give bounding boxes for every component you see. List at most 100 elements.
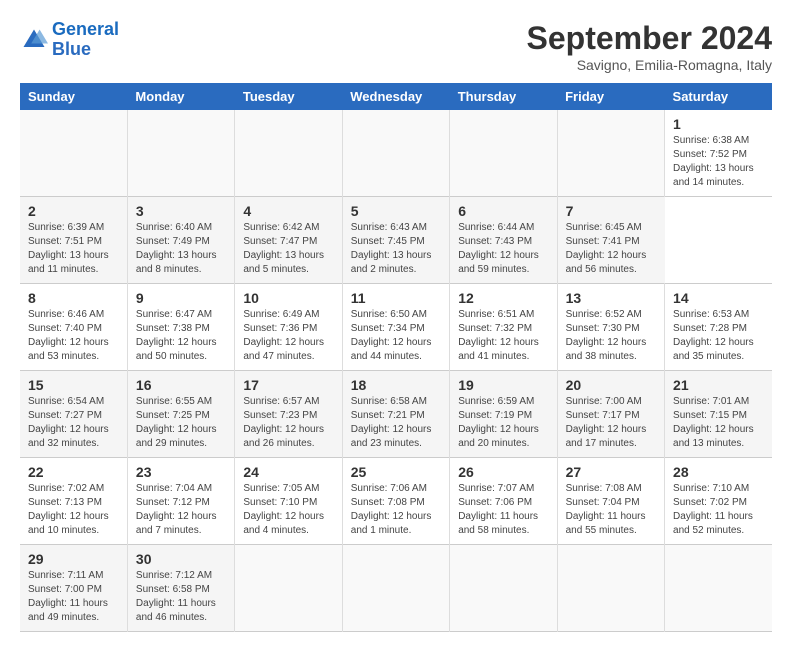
day-number: 18: [351, 377, 441, 393]
calendar-cell: 19 Sunrise: 6:59 AM Sunset: 7:19 PM Dayl…: [450, 371, 557, 458]
calendar-cell: 3 Sunrise: 6:40 AM Sunset: 7:49 PM Dayli…: [127, 197, 234, 284]
day-detail: Sunrise: 6:52 AM Sunset: 7:30 PM Dayligh…: [566, 308, 656, 364]
calendar-cell: [450, 545, 557, 632]
calendar-cell: 1 Sunrise: 6:38 AM Sunset: 7:52 PM Dayli…: [665, 110, 772, 197]
page-header: General Blue September 2024 Savigno, Emi…: [20, 20, 772, 73]
day-number: 21: [673, 377, 764, 393]
calendar-cell: 18 Sunrise: 6:58 AM Sunset: 7:21 PM Dayl…: [342, 371, 449, 458]
day-detail: Sunrise: 7:02 AM Sunset: 7:13 PM Dayligh…: [28, 482, 119, 538]
calendar-cell: 30 Sunrise: 7:12 AM Sunset: 6:58 PM Dayl…: [127, 545, 234, 632]
calendar-cell: [20, 110, 127, 197]
day-number: 28: [673, 464, 764, 480]
day-detail: Sunrise: 6:49 AM Sunset: 7:36 PM Dayligh…: [243, 308, 333, 364]
calendar-cell: 25 Sunrise: 7:06 AM Sunset: 7:08 PM Dayl…: [342, 458, 449, 545]
month-title: September 2024: [527, 20, 772, 57]
day-detail: Sunrise: 6:45 AM Sunset: 7:41 PM Dayligh…: [566, 221, 657, 277]
calendar-table: SundayMondayTuesdayWednesdayThursdayFrid…: [20, 83, 772, 632]
calendar-cell: 29 Sunrise: 7:11 AM Sunset: 7:00 PM Dayl…: [20, 545, 127, 632]
logo-line2: Blue: [52, 39, 91, 59]
day-number: 13: [566, 290, 656, 306]
calendar-body: 1 Sunrise: 6:38 AM Sunset: 7:52 PM Dayli…: [20, 110, 772, 632]
day-detail: Sunrise: 6:47 AM Sunset: 7:38 PM Dayligh…: [136, 308, 226, 364]
day-number: 7: [566, 203, 657, 219]
day-detail: Sunrise: 6:55 AM Sunset: 7:25 PM Dayligh…: [136, 395, 226, 451]
header-wednesday: Wednesday: [342, 83, 449, 110]
day-number: 27: [566, 464, 656, 480]
calendar-week-1: 2 Sunrise: 6:39 AM Sunset: 7:51 PM Dayli…: [20, 197, 772, 284]
day-detail: Sunrise: 6:46 AM Sunset: 7:40 PM Dayligh…: [28, 308, 119, 364]
day-detail: Sunrise: 6:39 AM Sunset: 7:51 PM Dayligh…: [28, 221, 119, 277]
day-detail: Sunrise: 6:59 AM Sunset: 7:19 PM Dayligh…: [458, 395, 548, 451]
day-number: 17: [243, 377, 333, 393]
day-number: 9: [136, 290, 226, 306]
day-number: 11: [351, 290, 441, 306]
day-detail: Sunrise: 6:44 AM Sunset: 7:43 PM Dayligh…: [458, 221, 548, 277]
day-detail: Sunrise: 6:38 AM Sunset: 7:52 PM Dayligh…: [673, 134, 764, 190]
day-number: 23: [136, 464, 226, 480]
calendar-cell: 7 Sunrise: 6:45 AM Sunset: 7:41 PM Dayli…: [557, 197, 664, 284]
day-number: 15: [28, 377, 119, 393]
logo: General Blue: [20, 20, 119, 60]
calendar-cell: 13 Sunrise: 6:52 AM Sunset: 7:30 PM Dayl…: [557, 284, 664, 371]
header-saturday: Saturday: [665, 83, 772, 110]
header-sunday: Sunday: [20, 83, 127, 110]
calendar-cell: 16 Sunrise: 6:55 AM Sunset: 7:25 PM Dayl…: [127, 371, 234, 458]
calendar-cell: [342, 110, 449, 197]
day-detail: Sunrise: 7:10 AM Sunset: 7:02 PM Dayligh…: [673, 482, 764, 538]
day-number: 30: [136, 551, 226, 567]
day-detail: Sunrise: 6:58 AM Sunset: 7:21 PM Dayligh…: [351, 395, 441, 451]
day-number: 2: [28, 203, 119, 219]
day-number: 6: [458, 203, 548, 219]
day-detail: Sunrise: 7:00 AM Sunset: 7:17 PM Dayligh…: [566, 395, 656, 451]
calendar-cell: 4 Sunrise: 6:42 AM Sunset: 7:47 PM Dayli…: [235, 197, 342, 284]
day-detail: Sunrise: 7:07 AM Sunset: 7:06 PM Dayligh…: [458, 482, 548, 538]
header-thursday: Thursday: [450, 83, 557, 110]
calendar-week-3: 15 Sunrise: 6:54 AM Sunset: 7:27 PM Dayl…: [20, 371, 772, 458]
day-detail: Sunrise: 6:53 AM Sunset: 7:28 PM Dayligh…: [673, 308, 764, 364]
day-detail: Sunrise: 6:54 AM Sunset: 7:27 PM Dayligh…: [28, 395, 119, 451]
header-tuesday: Tuesday: [235, 83, 342, 110]
header-row: SundayMondayTuesdayWednesdayThursdayFrid…: [20, 83, 772, 110]
day-detail: Sunrise: 7:04 AM Sunset: 7:12 PM Dayligh…: [136, 482, 226, 538]
calendar-week-0: 1 Sunrise: 6:38 AM Sunset: 7:52 PM Dayli…: [20, 110, 772, 197]
day-number: 1: [673, 116, 764, 132]
calendar-cell: [235, 545, 342, 632]
day-number: 20: [566, 377, 656, 393]
day-number: 16: [136, 377, 226, 393]
day-number: 25: [351, 464, 441, 480]
calendar-cell: [127, 110, 234, 197]
day-detail: Sunrise: 7:08 AM Sunset: 7:04 PM Dayligh…: [566, 482, 656, 538]
calendar-cell: 5 Sunrise: 6:43 AM Sunset: 7:45 PM Dayli…: [342, 197, 449, 284]
calendar-cell: 21 Sunrise: 7:01 AM Sunset: 7:15 PM Dayl…: [665, 371, 772, 458]
calendar-header: SundayMondayTuesdayWednesdayThursdayFrid…: [20, 83, 772, 110]
calendar-cell: [342, 545, 449, 632]
calendar-cell: 12 Sunrise: 6:51 AM Sunset: 7:32 PM Dayl…: [450, 284, 557, 371]
calendar-cell: [557, 110, 664, 197]
calendar-cell: [557, 545, 664, 632]
calendar-cell: 24 Sunrise: 7:05 AM Sunset: 7:10 PM Dayl…: [235, 458, 342, 545]
calendar-cell: 10 Sunrise: 6:49 AM Sunset: 7:36 PM Dayl…: [235, 284, 342, 371]
calendar-cell: 11 Sunrise: 6:50 AM Sunset: 7:34 PM Dayl…: [342, 284, 449, 371]
calendar-cell: 20 Sunrise: 7:00 AM Sunset: 7:17 PM Dayl…: [557, 371, 664, 458]
calendar-week-5: 29 Sunrise: 7:11 AM Sunset: 7:00 PM Dayl…: [20, 545, 772, 632]
day-detail: Sunrise: 7:01 AM Sunset: 7:15 PM Dayligh…: [673, 395, 764, 451]
calendar-cell: 22 Sunrise: 7:02 AM Sunset: 7:13 PM Dayl…: [20, 458, 127, 545]
calendar-cell: 8 Sunrise: 6:46 AM Sunset: 7:40 PM Dayli…: [20, 284, 127, 371]
day-number: 19: [458, 377, 548, 393]
day-number: 10: [243, 290, 333, 306]
day-detail: Sunrise: 6:42 AM Sunset: 7:47 PM Dayligh…: [243, 221, 333, 277]
calendar-cell: 14 Sunrise: 6:53 AM Sunset: 7:28 PM Dayl…: [665, 284, 772, 371]
day-detail: Sunrise: 7:12 AM Sunset: 6:58 PM Dayligh…: [136, 569, 226, 625]
day-number: 24: [243, 464, 333, 480]
calendar-cell: [665, 545, 772, 632]
day-number: 29: [28, 551, 119, 567]
calendar-cell: 26 Sunrise: 7:07 AM Sunset: 7:06 PM Dayl…: [450, 458, 557, 545]
day-detail: Sunrise: 7:06 AM Sunset: 7:08 PM Dayligh…: [351, 482, 441, 538]
calendar-cell: [450, 110, 557, 197]
logo-line1: General: [52, 19, 119, 39]
day-detail: Sunrise: 6:57 AM Sunset: 7:23 PM Dayligh…: [243, 395, 333, 451]
day-number: 4: [243, 203, 333, 219]
day-detail: Sunrise: 6:40 AM Sunset: 7:49 PM Dayligh…: [136, 221, 226, 277]
day-number: 26: [458, 464, 548, 480]
day-number: 22: [28, 464, 119, 480]
